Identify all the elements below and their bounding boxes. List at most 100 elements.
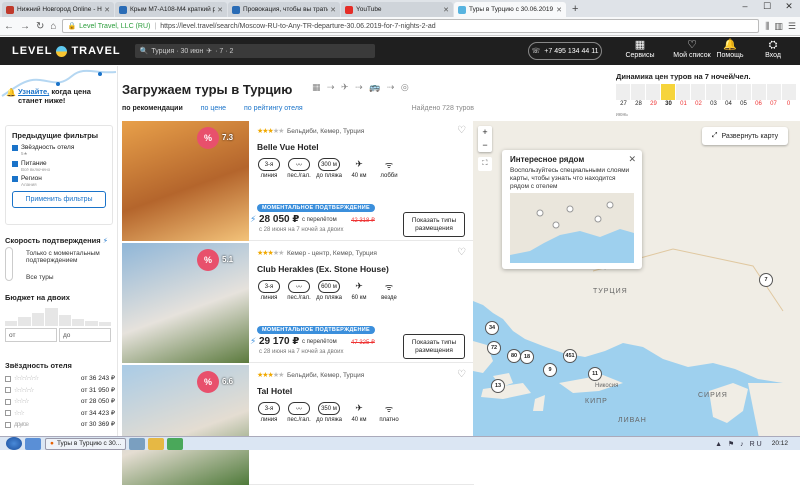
- price-day-bar[interactable]: [676, 84, 691, 100]
- close-tab-icon[interactable]: ✕: [217, 6, 223, 14]
- close-tab-icon[interactable]: ✕: [443, 6, 449, 14]
- search-summary[interactable]: 🔍 Турция · 30 июн ✈ · 7 · 2: [134, 44, 375, 58]
- browser-tab[interactable]: Крым М7-А108-М4 краткий р ✕: [115, 2, 227, 17]
- price-day-bar[interactable]: [781, 84, 796, 100]
- stars-filter-row[interactable]: другое от 30 369 ₽: [5, 420, 115, 428]
- hotel-photo[interactable]: % 5.1: [122, 243, 249, 363]
- browser-tab[interactable]: Провокация, чтобы вы трати ✕: [228, 2, 340, 17]
- browser-tab[interactable]: Туры в Турцию с 30.06.2019 ка ✕: [454, 2, 566, 17]
- forward-icon[interactable]: →: [20, 21, 30, 32]
- hotel-name[interactable]: Tal Hotel: [257, 386, 292, 396]
- price-day-bar[interactable]: [706, 84, 721, 100]
- previous-filter-item[interactable]: Звёздность отеля 5★: [12, 144, 106, 157]
- apply-filters-button[interactable]: Применить фильтры: [12, 191, 106, 208]
- price-day-bar[interactable]: [751, 84, 766, 100]
- reload-icon[interactable]: ↻: [36, 21, 44, 32]
- close-icon[interactable]: ✕: [628, 154, 636, 165]
- price-alert-link[interactable]: Узнайте,: [18, 87, 49, 96]
- hotel-name[interactable]: Club Herakles (Ex. Stone House): [257, 264, 389, 274]
- header-nav-heart[interactable]: ♡ Мой список: [672, 38, 712, 59]
- url-field[interactable]: 🔒 Level Travel, LLC (RU) | https://level…: [62, 19, 760, 33]
- phone-button[interactable]: ☏ +7 495 134 44 11: [528, 42, 602, 60]
- hotel-photo[interactable]: % 7.3: [122, 121, 249, 241]
- browser-tab[interactable]: Нижний Новгород Online - Н ✕: [2, 2, 114, 17]
- budget-to-input[interactable]: до: [59, 328, 111, 342]
- speed-option-instant[interactable]: Только с моментальным подтверждением: [26, 250, 114, 264]
- price-day-bar[interactable]: [646, 84, 661, 100]
- favorite-heart-icon[interactable]: ♡: [457, 125, 466, 136]
- start-button[interactable]: [6, 437, 22, 450]
- library-icon[interactable]: ⫼: [765, 21, 769, 32]
- previous-filter-item[interactable]: Регион Алания: [12, 175, 106, 187]
- checkbox[interactable]: [5, 398, 11, 405]
- map-hotel-pin[interactable]: 11: [588, 367, 602, 381]
- header-nav-bell[interactable]: 🔔 Помощь: [710, 38, 750, 59]
- header-nav-user[interactable]: ⛭ Вход: [753, 38, 793, 59]
- zoom-out-button[interactable]: −: [478, 139, 492, 152]
- checkbox[interactable]: [5, 375, 11, 382]
- price-day-bar[interactable]: [661, 84, 676, 100]
- hotel-name[interactable]: Belle Vue Hotel: [257, 142, 319, 152]
- price-day-bar[interactable]: [631, 84, 646, 100]
- header-nav-grid[interactable]: ▦ Сервисы: [620, 38, 660, 59]
- checkbox[interactable]: [5, 387, 11, 393]
- taskbar-active-app[interactable]: ● Туры в Турцию с 30...: [45, 437, 127, 450]
- zoom-in-button[interactable]: +: [478, 126, 492, 139]
- price-day-bar[interactable]: [721, 84, 736, 100]
- map-hotel-pin[interactable]: 34: [485, 321, 499, 335]
- sidebar-icon[interactable]: ▥: [774, 21, 783, 32]
- close-tab-icon[interactable]: ✕: [104, 6, 110, 14]
- favorite-heart-icon[interactable]: ♡: [457, 369, 466, 380]
- close-tab-icon[interactable]: ✕: [556, 6, 562, 14]
- browser-tab[interactable]: YouTube ✕: [341, 2, 453, 17]
- logo[interactable]: LEVEL TRAVEL: [12, 45, 121, 57]
- checkbox[interactable]: [12, 145, 18, 151]
- stars-filter-row[interactable]: ☆☆☆☆☆ от 36 243 ₽: [5, 374, 115, 382]
- new-tab-icon[interactable]: +: [567, 2, 583, 17]
- map-hotel-pin[interactable]: 80: [507, 349, 521, 363]
- map-layers-icon[interactable]: ⛶: [478, 157, 492, 171]
- map-hotel-pin[interactable]: 7: [759, 273, 773, 287]
- back-icon[interactable]: ←: [4, 21, 14, 32]
- show-rooms-button[interactable]: Показать типы размещения: [403, 334, 465, 359]
- sort-price[interactable]: по цене: [201, 105, 226, 112]
- favorite-heart-icon[interactable]: ♡: [457, 247, 466, 258]
- map-hotel-pin[interactable]: 9: [543, 363, 557, 377]
- stars-filter-row[interactable]: ☆☆☆ от 28 050 ₽: [5, 397, 115, 405]
- speed-toggle-track[interactable]: [5, 247, 13, 281]
- speed-option-all[interactable]: Все туры: [26, 274, 54, 281]
- menu-icon[interactable]: ☰: [788, 21, 796, 32]
- minimize-icon[interactable]: –: [734, 0, 756, 14]
- checkbox[interactable]: [12, 161, 18, 167]
- map-hotel-pin[interactable]: 13: [491, 379, 505, 393]
- hotel-photo[interactable]: % 6.6: [122, 365, 249, 485]
- home-icon[interactable]: ⌂: [50, 21, 56, 32]
- price-day-bar[interactable]: [736, 84, 751, 100]
- taskbar-app-icon-4[interactable]: [167, 437, 184, 450]
- price-day-bar[interactable]: [766, 84, 781, 100]
- show-rooms-button[interactable]: Показать типы размещения: [403, 212, 465, 237]
- map-hotel-pin[interactable]: 72: [487, 341, 501, 355]
- previous-filter-item[interactable]: Питание Всё включено: [12, 160, 106, 172]
- taskbar-app-icon-3[interactable]: [148, 437, 165, 450]
- price-day-bar[interactable]: [616, 84, 631, 100]
- taskbar-app-icon-2[interactable]: [129, 437, 146, 450]
- stars-filter-row[interactable]: ☆☆ от 34 423 ₽: [5, 409, 115, 417]
- budget-from-input[interactable]: от: [5, 328, 57, 342]
- checkbox[interactable]: [5, 410, 11, 416]
- sort-recommended[interactable]: по рекомендации: [122, 105, 183, 112]
- system-tray[interactable]: ▲ ⚑ ♪ RU: [715, 440, 764, 448]
- price-alert-promo[interactable]: Узнайте, когда цена станет ниже! 🔔: [0, 70, 118, 112]
- stars-filter-row[interactable]: ☆☆☆☆ от 31 950 ₽: [5, 386, 115, 394]
- checkbox[interactable]: [5, 421, 11, 428]
- taskbar-app-icon[interactable]: [25, 437, 41, 450]
- maximize-icon[interactable]: ☐: [756, 0, 778, 14]
- price-day-bar[interactable]: [691, 84, 706, 100]
- expand-map-button[interactable]: ⤢ Развернуть карту: [702, 127, 788, 145]
- close-tab-icon[interactable]: ✕: [330, 6, 336, 14]
- map-hotel-pin[interactable]: 451: [563, 349, 577, 363]
- checkbox[interactable]: [12, 176, 18, 182]
- sort-rating[interactable]: по рейтингу отеля: [244, 105, 303, 112]
- map-hotel-pin[interactable]: 18: [520, 350, 534, 364]
- close-window-icon[interactable]: ✕: [778, 0, 800, 14]
